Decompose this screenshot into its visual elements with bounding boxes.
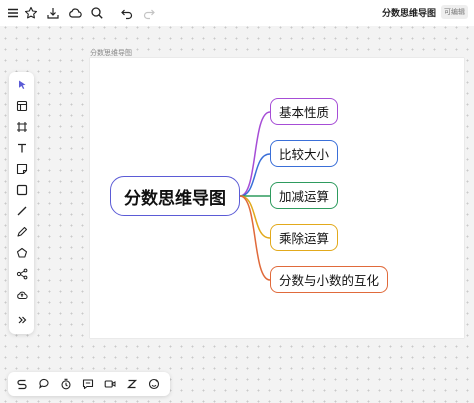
sleep-icon[interactable] [124, 376, 140, 392]
cloud-icon[interactable] [66, 4, 84, 22]
chat-icon[interactable] [80, 376, 96, 392]
mindmap-root-node[interactable]: 分数思维导图 [110, 176, 240, 216]
left-toolbar [9, 72, 34, 334]
mindmap-icon[interactable] [13, 265, 30, 282]
bottom-toolbar [8, 372, 170, 396]
search-icon[interactable] [88, 4, 106, 22]
polygon-icon[interactable] [13, 244, 30, 261]
line-icon[interactable] [13, 202, 30, 219]
more-icon[interactable] [13, 311, 30, 328]
rectangle-icon[interactable] [13, 181, 30, 198]
timer-icon[interactable] [58, 376, 74, 392]
menu-icon[interactable] [4, 4, 22, 22]
edit-status-badge[interactable]: 可编辑 [441, 5, 468, 19]
undo-icon[interactable] [118, 4, 136, 22]
mindmap-node-add-subtract[interactable]: 加减运算 [270, 182, 339, 209]
redo-icon[interactable] [140, 4, 158, 22]
top-toolbar: 分数思维导图 可编辑 [0, 0, 474, 26]
select-tool-icon[interactable] [13, 76, 30, 93]
download-icon[interactable] [44, 4, 62, 22]
frame-icon[interactable] [13, 118, 30, 135]
sticky-note-icon[interactable] [13, 160, 30, 177]
connector-icon[interactable] [14, 376, 30, 392]
reaction-icon[interactable] [146, 376, 162, 392]
mindmap-node-multiply-divide[interactable]: 乘除运算 [270, 224, 339, 251]
mindmap-node-compare-size[interactable]: 比较大小 [270, 140, 339, 167]
comment-icon[interactable] [36, 376, 52, 392]
frame-label[interactable]: 分数思维导图 [90, 48, 132, 58]
document-title[interactable]: 分数思维导图 [382, 6, 436, 19]
text-icon[interactable] [13, 139, 30, 156]
video-icon[interactable] [102, 376, 118, 392]
mindmap-node-fraction-decimal[interactable]: 分数与小数的互化 [270, 266, 389, 293]
star-icon[interactable] [22, 4, 40, 22]
mindmap-node-basic-properties[interactable]: 基本性质 [270, 98, 339, 125]
template-icon[interactable] [13, 97, 30, 114]
pen-icon[interactable] [13, 223, 30, 240]
upload-icon[interactable] [13, 286, 30, 303]
